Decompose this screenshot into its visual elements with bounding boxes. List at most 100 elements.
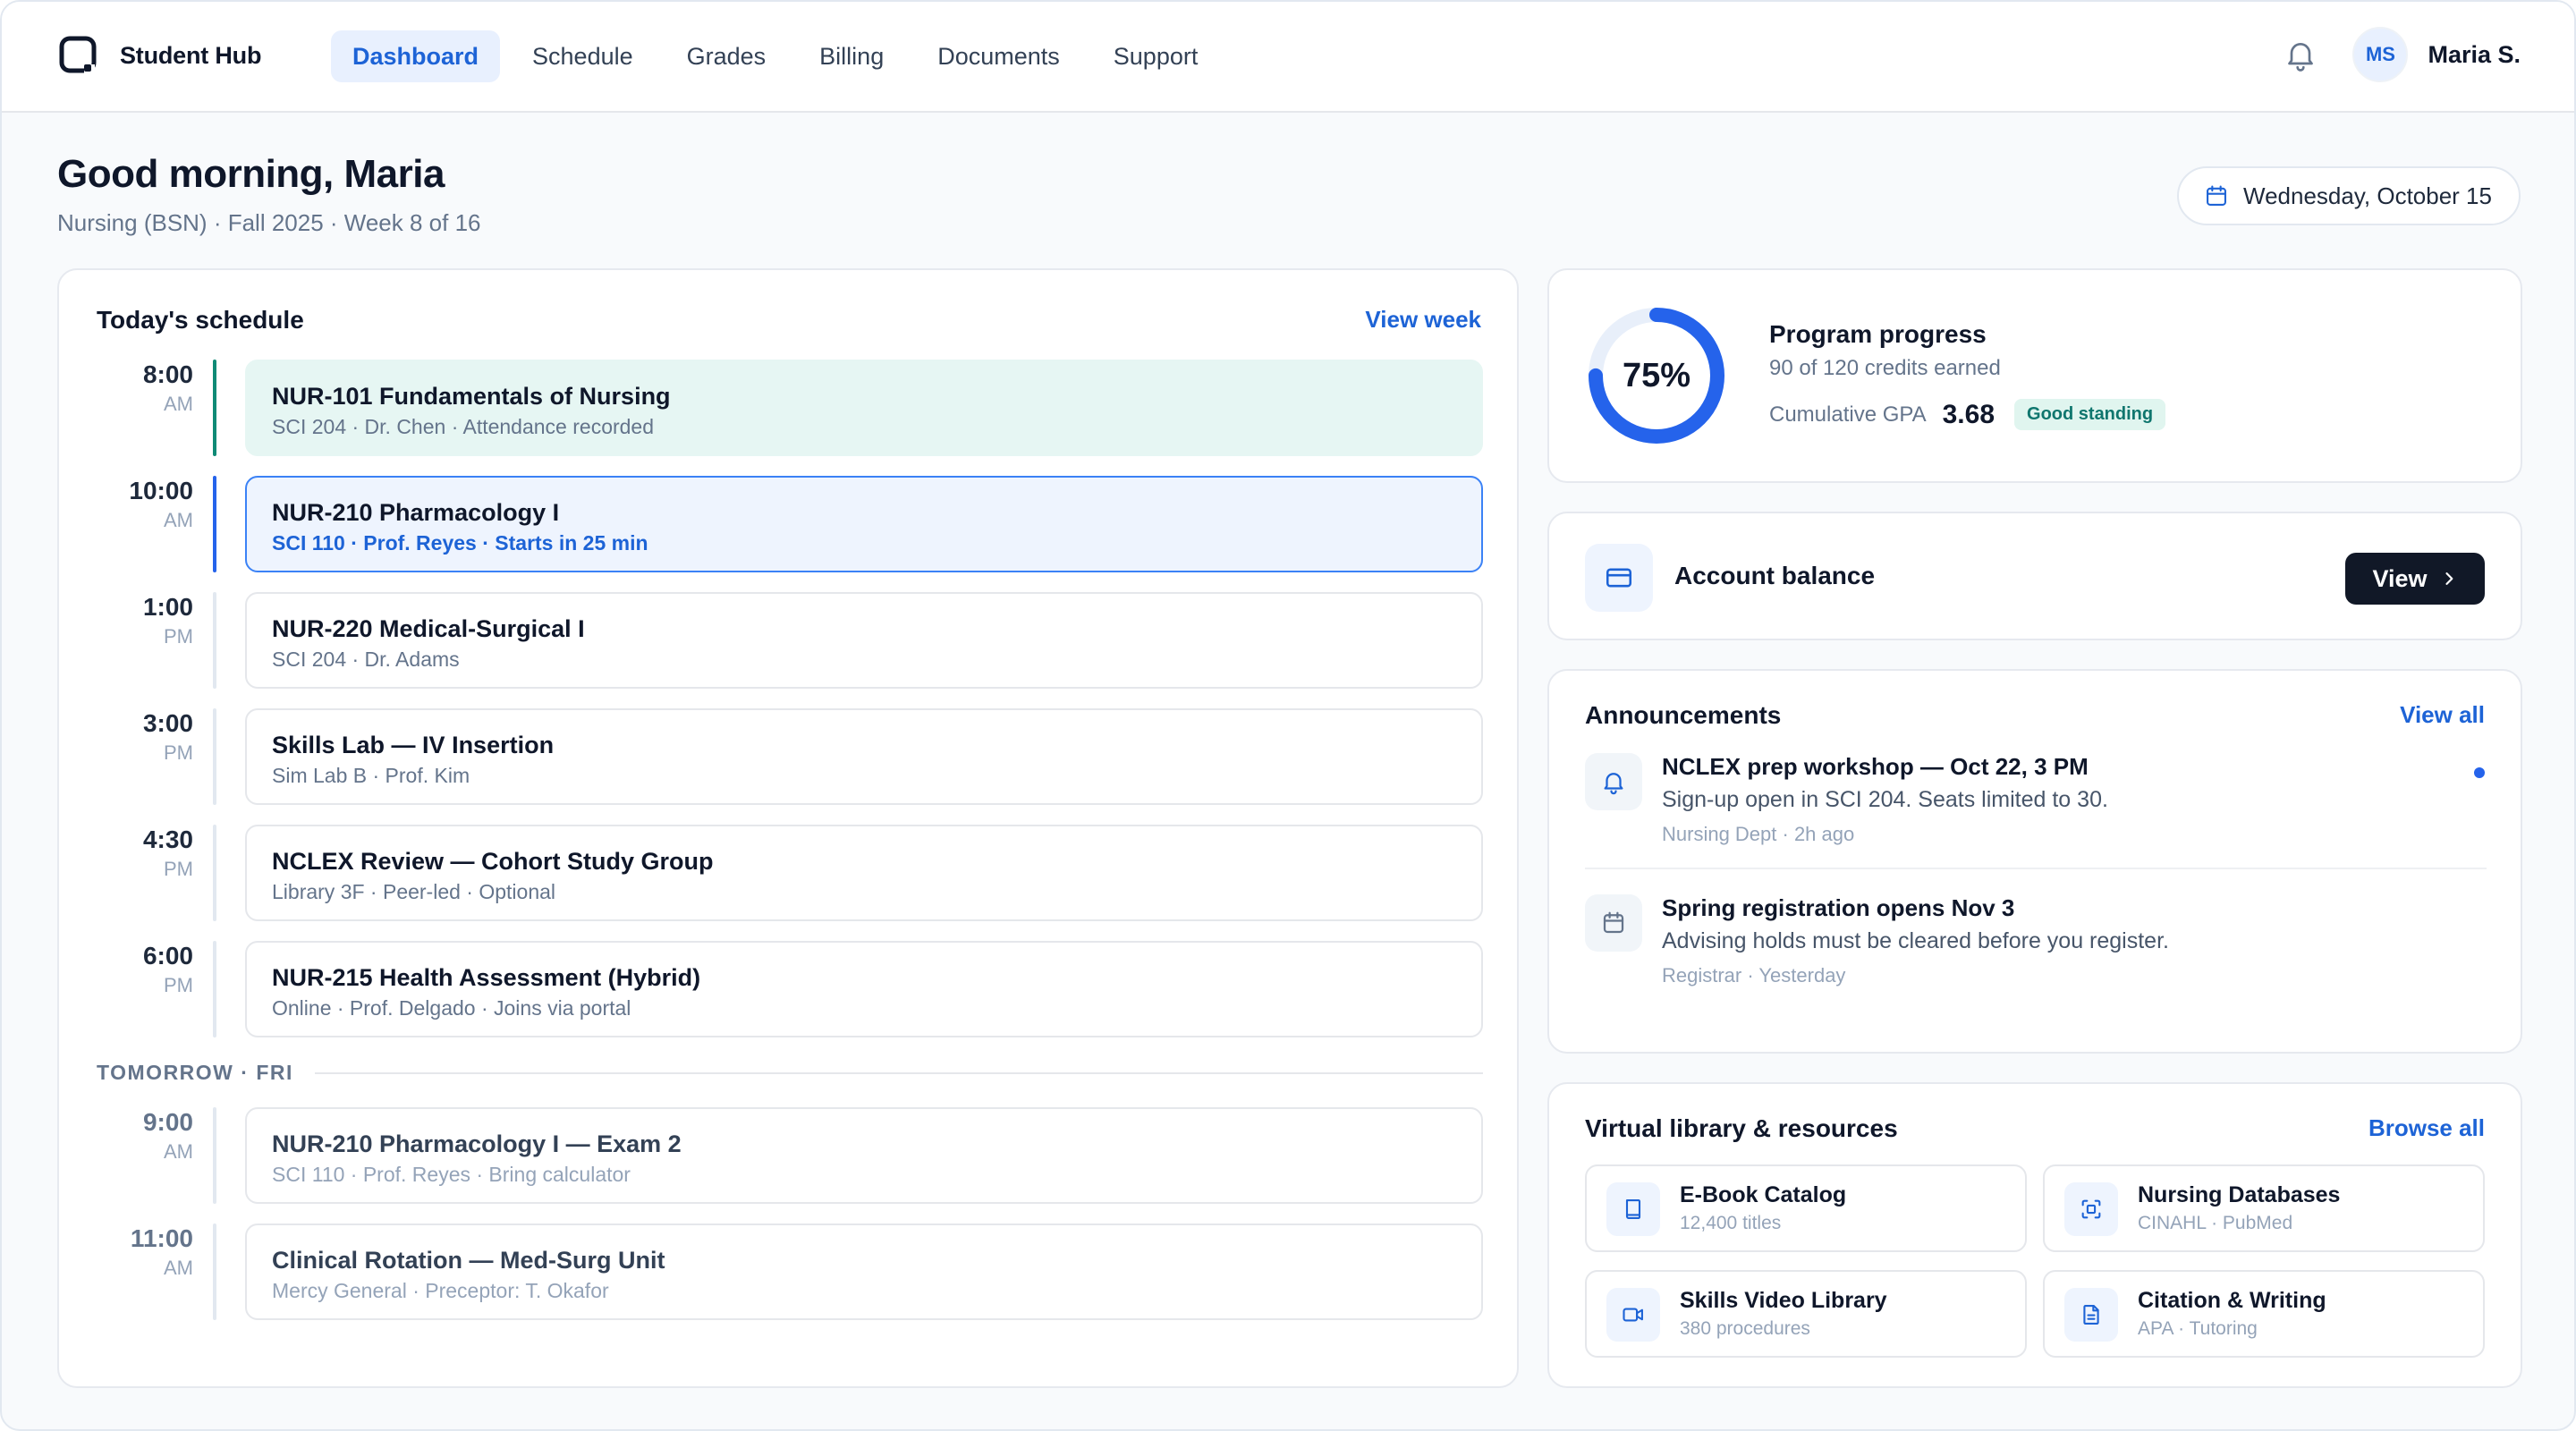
schedule-row: 4:30 PM NCLEX Review — Cohort Study Grou…: [59, 825, 1517, 921]
user-name[interactable]: Maria S.: [2428, 41, 2521, 69]
resource-name: Citation & Writing: [2138, 1288, 2326, 1313]
gpa-row: Cumulative GPA 3.68 Good standing: [1769, 399, 2166, 430]
announcement-item[interactable]: NCLEX prep workshop — Oct 22, 3 PM Sign-…: [1585, 753, 2487, 851]
database-scan-icon: [2081, 1199, 2101, 1219]
unread-dot: [2474, 767, 2485, 778]
tab-documents[interactable]: Documents: [916, 30, 1081, 82]
time-ampm: PM: [164, 858, 193, 880]
card-icon-box: [1585, 544, 1653, 612]
time-value: 10:00: [129, 477, 193, 504]
tomorrow-divider-label: TOMORROW · FRI: [97, 1061, 293, 1084]
event-card[interactable]: NUR-210 Pharmacology I — Exam 2 SCI 110 …: [245, 1107, 1483, 1204]
date-pill[interactable]: Wednesday, October 15: [2177, 166, 2521, 225]
event-name: NUR-210 Pharmacology I: [272, 499, 560, 526]
event-meta: Library 3F · Peer-led · Optional: [272, 880, 556, 903]
avatar[interactable]: MS: [2352, 27, 2409, 82]
brand[interactable]: Student Hub: [57, 34, 261, 77]
brand-name: Student Hub: [120, 41, 262, 69]
time-value: 11:00: [130, 1224, 193, 1252]
time-ampm: AM: [164, 509, 193, 531]
event-card[interactable]: NUR-101 Fundamentals of Nursing SCI 204 …: [245, 360, 1483, 456]
announcement-meta: Nursing Dept · 2h ago: [1662, 823, 1855, 845]
event-time: 1:00 PM: [143, 592, 193, 649]
brand-logo-icon: [59, 36, 97, 73]
resource-skills-video-library[interactable]: Skills Video Library 380 procedures: [1585, 1270, 2027, 1358]
resource-nursing-databases[interactable]: Nursing Databases CINAHL · PubMed: [2043, 1164, 2485, 1252]
event-card[interactable]: Clinical Rotation — Med-Surg Unit Mercy …: [245, 1224, 1483, 1320]
event-time: 6:00 PM: [143, 941, 193, 998]
tab-billing[interactable]: Billing: [798, 30, 905, 82]
resource-icon-box: [2064, 1288, 2118, 1342]
event-card[interactable]: NUR-215 Health Assessment (Hybrid) Onlin…: [245, 941, 1483, 1037]
event-name: Skills Lab — IV Insertion: [272, 732, 555, 758]
student-hub-app: Student Hub Dashboard Schedule Grades Bi…: [0, 0, 2576, 1431]
resource-icon-box: [2064, 1182, 2118, 1236]
timeline-rail: [213, 360, 216, 456]
tab-support[interactable]: Support: [1092, 30, 1220, 82]
announcements-title: Announcements: [1585, 701, 1782, 729]
schedule-title: Today's schedule: [97, 306, 304, 334]
time-value: 3:00: [142, 709, 193, 737]
announcement-meta: Registrar · Yesterday: [1662, 964, 1846, 986]
event-card[interactable]: Skills Lab — IV Insertion Sim Lab B · Pr…: [245, 708, 1483, 805]
schedule-card: Today's schedule View week 8:00 AM NUR-1…: [57, 268, 1519, 1388]
event-time: 10:00 AM: [129, 476, 193, 533]
tomorrow-divider-line: [315, 1072, 1483, 1074]
event-card[interactable]: NCLEX Review — Cohort Study Group Librar…: [245, 825, 1483, 921]
resource-name: Skills Video Library: [1680, 1288, 1887, 1313]
timeline-rail: [213, 1107, 216, 1204]
time-ampm: AM: [164, 1257, 193, 1279]
event-time: 11:00 AM: [131, 1224, 193, 1281]
resource-sub: CINAHL · PubMed: [2138, 1213, 2293, 1233]
time-ampm: AM: [164, 393, 193, 415]
gpa-label: Cumulative GPA: [1769, 402, 1927, 427]
event-card[interactable]: NUR-220 Medical-Surgical I SCI 204 · Dr.…: [245, 592, 1483, 689]
time-value: 8:00: [142, 360, 193, 388]
library-title: Virtual library & resources: [1585, 1114, 1898, 1142]
resource-citation-writing[interactable]: Citation & Writing APA · Tutoring: [2043, 1270, 2485, 1358]
schedule-row: 10:00 AM NUR-210 Pharmacology I SCI 110 …: [59, 476, 1517, 572]
event-meta: SCI 204 · Dr. Adams: [272, 648, 460, 671]
event-meta: Mercy General · Preceptor: T. Okafor: [272, 1279, 609, 1302]
credit-card-icon: [1606, 568, 1632, 588]
time-value: 9:00: [142, 1108, 193, 1136]
bell-icon: [1604, 773, 1623, 795]
schedule-row: 6:00 PM NUR-215 Health Assessment (Hybri…: [59, 941, 1517, 1037]
time-value: 4:30: [142, 826, 193, 853]
tab-schedule[interactable]: Schedule: [511, 30, 655, 82]
announcement-icon-box: [1585, 894, 1642, 952]
time-value: 1:00: [142, 593, 193, 621]
view-balance-button[interactable]: View: [2345, 553, 2485, 605]
resource-sub: 380 procedures: [1680, 1318, 1810, 1339]
schedule-row-tomorrow: 9:00 AM NUR-210 Pharmacology I — Exam 2 …: [59, 1107, 1517, 1204]
announcement-item[interactable]: Spring registration opens Nov 3 Advising…: [1585, 894, 2487, 993]
tab-grades[interactable]: Grades: [665, 30, 788, 82]
document-icon: [2083, 1305, 2099, 1325]
video-icon: [1623, 1308, 1643, 1322]
view-week-link[interactable]: View week: [1365, 306, 1481, 334]
resource-icon-box: [1606, 1182, 1660, 1236]
announcement-body: Advising holds must be cleared before yo…: [1662, 928, 2169, 953]
event-time: 3:00 PM: [143, 708, 193, 766]
tab-dashboard[interactable]: Dashboard: [331, 30, 501, 82]
account-balance-card: Account balance View: [1547, 512, 2522, 640]
event-name: NCLEX Review — Cohort Study Group: [272, 848, 714, 875]
view-all-announcements-link[interactable]: View all: [2400, 701, 2485, 729]
event-name: NUR-210 Pharmacology I — Exam 2: [272, 1130, 682, 1157]
schedule-row: 8:00 AM NUR-101 Fundamentals of Nursing …: [59, 360, 1517, 456]
progress-percent: 75%: [1622, 356, 1691, 394]
browse-all-link[interactable]: Browse all: [2368, 1114, 2485, 1142]
resource-ebook-catalog[interactable]: E-Book Catalog 12,400 titles: [1585, 1164, 2027, 1252]
time-ampm: PM: [164, 974, 193, 996]
chevron-right-icon: [2445, 572, 2453, 585]
time-ampm: AM: [164, 1140, 193, 1163]
calendar-icon: [1603, 911, 1624, 934]
timeline-rail: [213, 476, 216, 572]
resource-sub: APA · Tutoring: [2138, 1318, 2258, 1339]
notifications-bell-icon[interactable]: [2283, 37, 2318, 72]
event-card-current[interactable]: NUR-210 Pharmacology I SCI 110 · Prof. R…: [245, 476, 1483, 572]
resource-icon-box: [1606, 1288, 1660, 1342]
announcements-card: Announcements View all NCLEX prep worksh…: [1547, 669, 2522, 1054]
date-label: Wednesday, October 15: [2243, 182, 2492, 209]
balance-label: Account balance: [1674, 562, 1876, 589]
